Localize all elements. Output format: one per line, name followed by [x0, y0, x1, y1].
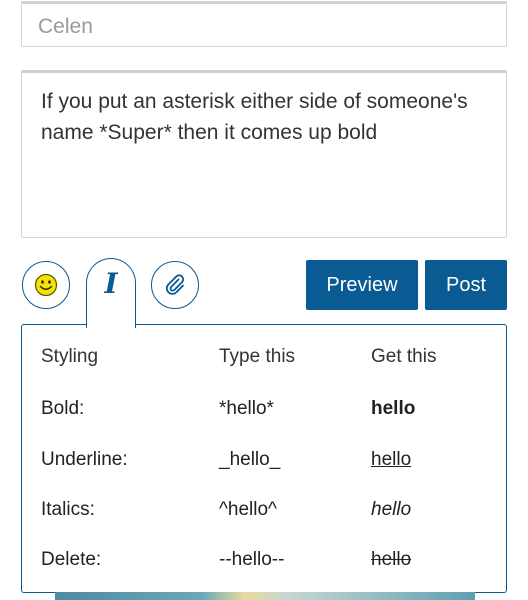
emoji-button[interactable] [22, 261, 70, 309]
row-italics-output: hello [371, 499, 412, 520]
row-delete-input: --hello-- [219, 549, 285, 570]
row-delete-output: hello [371, 549, 412, 570]
row-underline-input: _hello_ [219, 449, 281, 470]
row-italics-input: ^hello^ [219, 499, 277, 520]
attach-button[interactable] [151, 261, 199, 309]
row-bold-input: *hello* [219, 398, 274, 419]
name-input[interactable]: Celen [21, 1, 507, 47]
row-underline-output: hello [371, 449, 412, 470]
background-image [55, 592, 475, 600]
post-button[interactable]: Post [425, 260, 507, 310]
message-textarea[interactable]: If you put an asterisk either side of so… [21, 70, 507, 238]
italic-icon: I [104, 267, 118, 300]
paperclip-icon [165, 274, 185, 295]
header-styling: Styling [41, 346, 99, 367]
preview-button[interactable]: Preview [306, 260, 418, 310]
row-delete-label: Delete: [41, 549, 102, 570]
row-italics-label: Italics: [41, 499, 95, 520]
row-bold-output: hello [371, 398, 416, 419]
header-get-this: Get this [371, 346, 437, 367]
row-underline-label: Underline: [41, 449, 128, 470]
header-type-this: Type this [219, 346, 296, 367]
smiley-icon [34, 273, 58, 297]
italic-format-tab[interactable]: I [86, 258, 136, 328]
row-bold-label: Bold: [41, 398, 85, 419]
